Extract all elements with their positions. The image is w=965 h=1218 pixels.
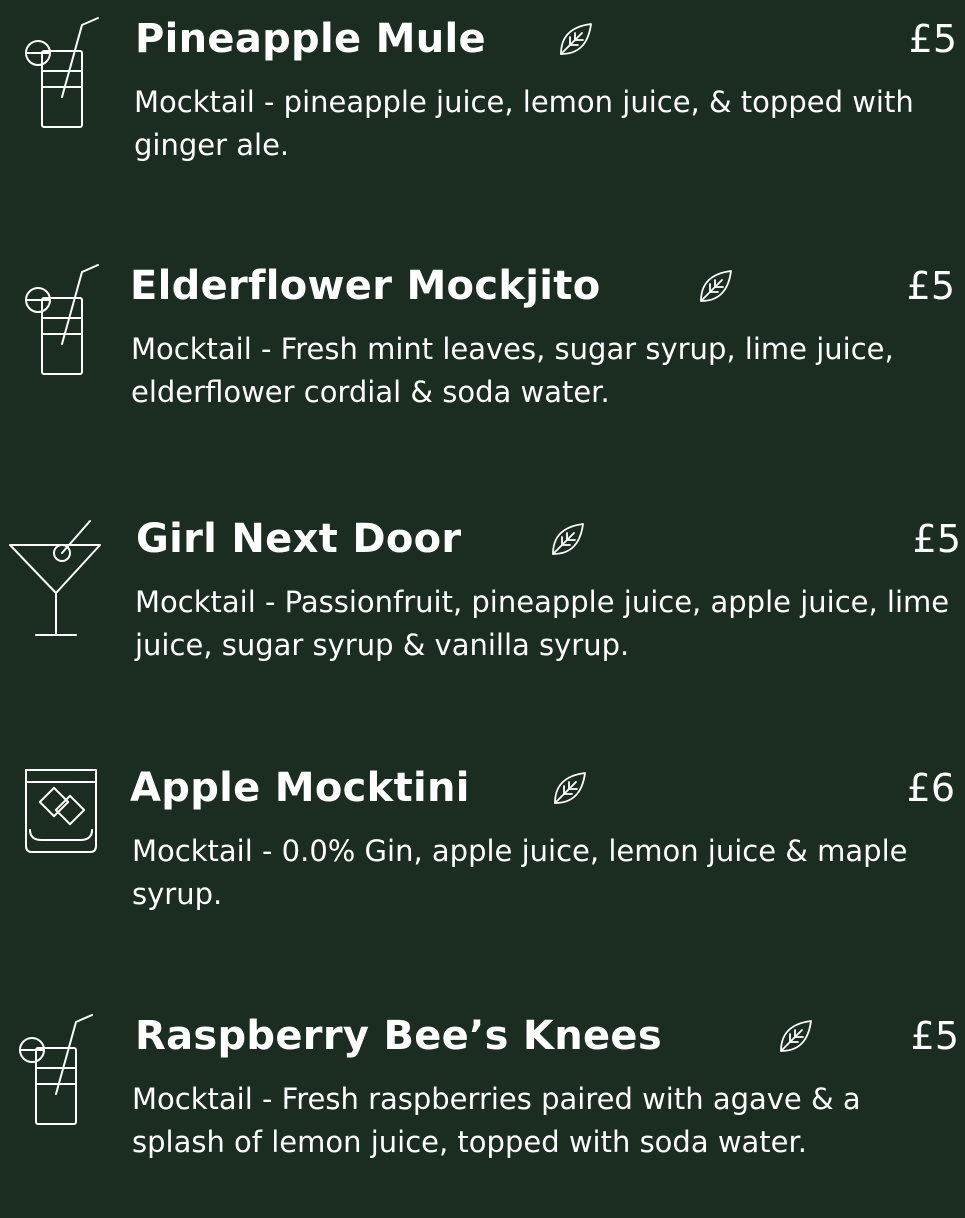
- item-price: £6: [906, 766, 955, 810]
- item-price: £5: [908, 17, 957, 61]
- highball-straw-icon: [0, 262, 110, 382]
- highball-straw-icon: [0, 15, 110, 135]
- item-name: Pineapple Mule: [135, 16, 486, 62]
- martini-glass-icon: [0, 515, 110, 636]
- leaf-icon: [780, 1020, 812, 1052]
- item-description: Mocktail - 0.0% Gin, apple juice, lemon …: [132, 834, 908, 911]
- item-name: Raspberry Bee’s Knees: [135, 1013, 662, 1059]
- leaf-icon: [552, 523, 584, 555]
- item-description: Mocktail - Passionfruit, pineapple juice…: [135, 585, 950, 662]
- item-description: Mocktail - pineapple juice, lemon juice,…: [134, 85, 914, 162]
- highball-straw-icon: [0, 1012, 110, 1132]
- item-name: Elderflower Mockjito: [130, 263, 601, 309]
- leaf-icon: [554, 772, 586, 804]
- leaf-icon: [560, 23, 592, 55]
- item-description: Mocktail - Fresh mint leaves, sugar syru…: [131, 332, 894, 409]
- leaf-icon: [700, 270, 732, 302]
- item-price: £5: [912, 517, 961, 561]
- item-price: £5: [910, 1014, 959, 1058]
- item-description: Mocktail - Fresh raspberries paired with…: [132, 1082, 861, 1159]
- item-price: £5: [906, 264, 955, 308]
- item-name: Girl Next Door: [136, 516, 462, 562]
- item-name: Apple Mocktini: [130, 765, 470, 811]
- rocks-glass-icon: [0, 764, 110, 884]
